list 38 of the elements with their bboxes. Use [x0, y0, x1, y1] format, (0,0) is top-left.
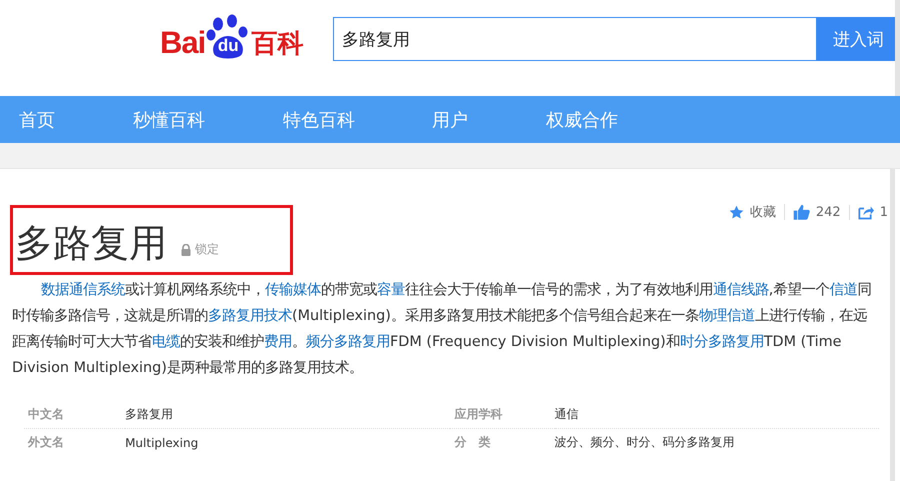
text-link[interactable]: 信道	[829, 282, 858, 298]
info-value: 波分、频分、时分、码分多路复用	[554, 428, 879, 456]
text-link[interactable]: 传输媒体	[264, 282, 321, 298]
share-icon[interactable]	[858, 204, 874, 220]
text-link[interactable]: 通信线路	[712, 282, 769, 298]
star-icon[interactable]	[728, 204, 744, 220]
paw-icon	[206, 14, 248, 58]
nav-link[interactable]: 权威合作	[546, 108, 618, 132]
text-link[interactable]: 时分多路复用	[680, 334, 764, 350]
enter-entry-button[interactable]: 进入词	[817, 17, 895, 61]
nav-link[interactable]: 用户	[432, 108, 546, 132]
thumbs-up-icon[interactable]	[792, 204, 810, 220]
text-link[interactable]: 频分多路复用	[306, 334, 390, 350]
text-link[interactable]: 费用	[264, 334, 292, 350]
count-label[interactable]: 1	[880, 204, 888, 220]
favorite-link[interactable]: 收藏	[750, 203, 776, 221]
text-link[interactable]: 电缆	[152, 334, 180, 350]
text-link[interactable]: 物理信道	[698, 308, 755, 324]
summary-paragraph: 数据通信系统或计算机网络系统中，传输媒体的带宽或容量往往会大于传输单一信号的需求，为了有效地利用通信线路,希望一个信道同时传输多路信号，这就是所谓的多路复用技术(Multiplexing)。采用多路复用技术能把多个信号组合起来在一条物理信道上进行传输，在远距离传输时可大大节省电缆的安装和维护费用。频分多路复用FDM (Frequency Division Multiplexing)和时分多路复用TDM (Time Division Multiplexing)是两种最常用的多路复用技术。	[11, 280, 872, 378]
search-field[interactable]: 多路复用	[333, 17, 817, 61]
info-label: 中文名	[24, 401, 126, 428]
info-value: 通信	[554, 401, 879, 428]
info-label: 外文名	[24, 428, 126, 456]
baike-logo[interactable]: Bai du 百科	[160, 14, 333, 60]
text-link[interactable]: 容量	[376, 282, 405, 298]
text-link[interactable]: 数据通信系统	[40, 282, 125, 298]
nav-link[interactable]: 首页	[19, 108, 133, 132]
entry-title: 多路复用	[15, 220, 167, 266]
count-label[interactable]: 242	[816, 204, 841, 220]
text-link[interactable]: 多路复用技术	[208, 308, 292, 324]
lock-icon	[181, 244, 191, 256]
info-label: 应用学科	[450, 401, 555, 428]
info-label: 分 类	[450, 428, 555, 456]
lock-label: 锁定	[195, 241, 219, 258]
info-value: Multiplexing	[125, 428, 450, 456]
info-value: 多路复用	[125, 401, 450, 428]
nav-link[interactable]: 特色百科	[283, 108, 432, 132]
nav-link[interactable]: 秒懂百科	[133, 108, 283, 132]
